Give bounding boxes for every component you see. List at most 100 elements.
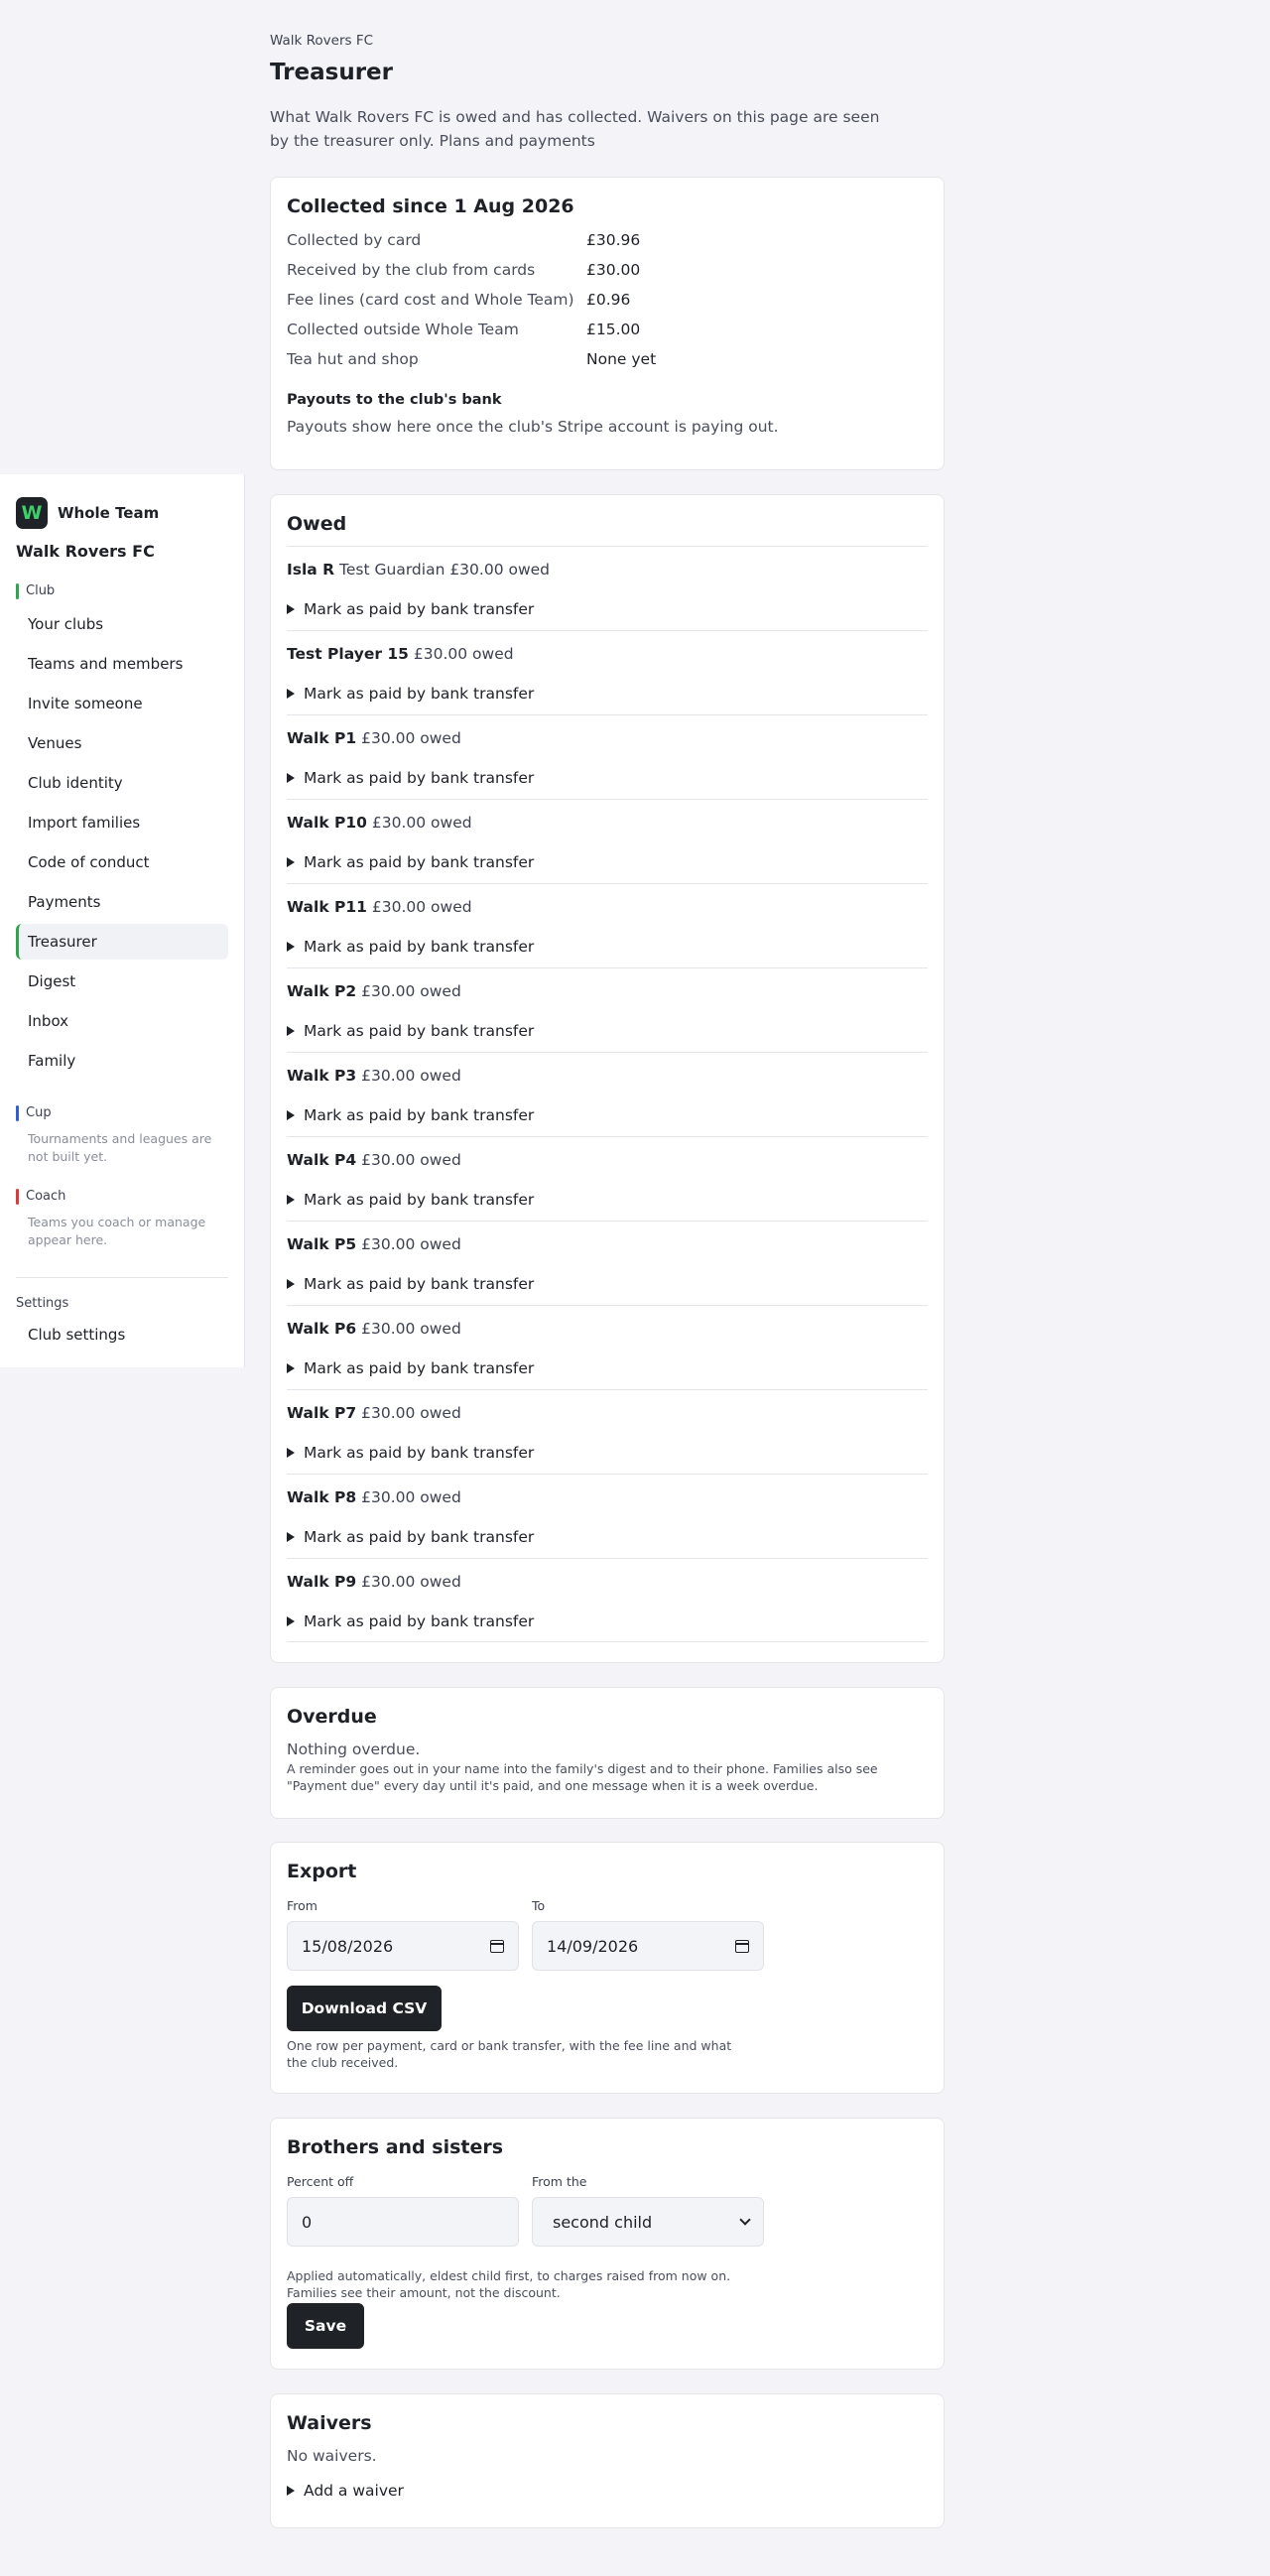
disclosure-triangle-icon bbox=[287, 857, 295, 867]
payouts-title: Payouts to the club's bank bbox=[287, 392, 502, 408]
collected-title: Collected since 1 Aug 2026 bbox=[287, 195, 574, 217]
sidebar-item-treasurer[interactable]: Treasurer bbox=[16, 924, 228, 960]
waivers-title: Waivers bbox=[287, 2412, 372, 2434]
calendar-icon[interactable] bbox=[735, 1939, 749, 1953]
coach-note: Teams you coach or manage appear here. bbox=[28, 1215, 206, 1247]
mark-paid-toggle[interactable]: Mark as paid by bank transfer bbox=[287, 1104, 928, 1126]
mark-paid-toggle[interactable]: Mark as paid by bank transfer bbox=[287, 851, 928, 873]
sidebar-item-invite-someone[interactable]: Invite someone bbox=[16, 686, 228, 721]
sidebar-item-import-families[interactable]: Import families bbox=[16, 805, 228, 840]
owed-amount: Test Guardian £30.00 owed bbox=[339, 561, 551, 579]
sidebar-item-family[interactable]: Family bbox=[16, 1043, 228, 1079]
disclosure-triangle-icon bbox=[287, 1363, 295, 1373]
collected-row: Received by the club from cards £30.00 bbox=[287, 255, 928, 285]
export-to-value: 14/09/2026 bbox=[547, 1936, 639, 1956]
owed-person-name: Test Player 15 bbox=[287, 645, 409, 663]
from-child-label: From the bbox=[532, 2174, 587, 2189]
sidebar-item-code-of-conduct[interactable]: Code of conduct bbox=[16, 844, 228, 880]
mark-paid-toggle[interactable]: Mark as paid by bank transfer bbox=[287, 1189, 928, 1211]
mark-paid-label: Mark as paid by bank transfer bbox=[304, 1191, 535, 1209]
from-child-select[interactable]: second child bbox=[532, 2197, 764, 2247]
sidebar: W Whole Team Walk Rovers FC Club Your cl… bbox=[0, 474, 245, 1367]
owed-person-name: Walk P3 bbox=[287, 1067, 357, 1085]
sidebar-item-inbox[interactable]: Inbox bbox=[16, 1003, 228, 1039]
mark-paid-label: Mark as paid by bank transfer bbox=[304, 685, 535, 703]
owed-amount: £30.00 owed bbox=[361, 1573, 461, 1591]
mark-paid-toggle[interactable]: Mark as paid by bank transfer bbox=[287, 936, 928, 958]
disclosure-triangle-icon bbox=[287, 942, 295, 952]
mark-paid-label: Mark as paid by bank transfer bbox=[304, 1106, 535, 1124]
owed-person-name: Walk P8 bbox=[287, 1488, 357, 1506]
owed-list-item: Walk P11 £30.00 owed Mark as paid by bank… bbox=[287, 883, 928, 967]
owed-line: Walk P6 £30.00 owed bbox=[287, 1318, 928, 1340]
save-button[interactable]: Save bbox=[287, 2303, 364, 2349]
add-waiver-label: Add a waiver bbox=[304, 2482, 404, 2500]
disclosure-triangle-icon bbox=[287, 1532, 295, 1542]
cup-note: Tournaments and leagues are not built ye… bbox=[28, 1131, 212, 1164]
sidebar-item-club-settings[interactable]: Club settings bbox=[16, 1317, 228, 1352]
mark-paid-toggle[interactable]: Mark as paid by bank transfer bbox=[287, 767, 928, 789]
owed-title: Owed bbox=[287, 513, 347, 535]
download-csv-button[interactable]: Download CSV bbox=[287, 1986, 442, 2031]
sidebar-item-payments[interactable]: Payments bbox=[16, 884, 228, 920]
owed-list-item: Walk P6 £30.00 owed Mark as paid by bank … bbox=[287, 1305, 928, 1389]
owed-person-name: Walk P5 bbox=[287, 1235, 357, 1253]
mark-paid-toggle[interactable]: Mark as paid by bank transfer bbox=[287, 1273, 928, 1295]
mark-paid-toggle[interactable]: Mark as paid by bank transfer bbox=[287, 1020, 928, 1042]
whole-team-logo-icon: W bbox=[16, 497, 48, 529]
mark-paid-toggle[interactable]: Mark as paid by bank transfer bbox=[287, 1610, 928, 1632]
owed-amount: £30.00 owed bbox=[413, 645, 514, 663]
owed-line: Isla R Test Guardian £30.00 owed bbox=[287, 559, 928, 580]
export-from-date-input[interactable]: 15/08/2026 bbox=[287, 1921, 519, 1971]
mark-paid-toggle[interactable]: Mark as paid by bank transfer bbox=[287, 1526, 928, 1548]
waivers-card: Waivers No waivers. Add a waiver bbox=[270, 2393, 945, 2528]
owed-person-name: Isla R bbox=[287, 561, 335, 579]
mark-paid-label: Mark as paid by bank transfer bbox=[304, 1359, 535, 1377]
mark-paid-toggle[interactable]: Mark as paid by bank transfer bbox=[287, 1442, 928, 1464]
percent-off-input[interactable]: 0 bbox=[287, 2197, 519, 2247]
owed-list-item: Walk P5 £30.00 owed Mark as paid by bank … bbox=[287, 1221, 928, 1305]
sidebar-item-venues[interactable]: Venues bbox=[16, 725, 228, 761]
owed-list-item: Isla R Test Guardian £30.00 owed Mark as … bbox=[287, 546, 928, 630]
mark-paid-label: Mark as paid by bank transfer bbox=[304, 1612, 535, 1630]
percent-off-label: Percent off bbox=[287, 2174, 354, 2189]
mark-paid-toggle[interactable]: Mark as paid by bank transfer bbox=[287, 683, 928, 705]
mark-paid-toggle[interactable]: Mark as paid by bank transfer bbox=[287, 598, 928, 620]
collected-row: Collected outside Whole Team £15.00 bbox=[287, 315, 928, 344]
collected-value: None yet bbox=[586, 350, 657, 368]
owed-amount: £30.00 owed bbox=[361, 729, 461, 747]
owed-list-item: Walk P1 £30.00 owed Mark as paid by bank … bbox=[287, 714, 928, 799]
owed-line: Walk P4 £30.00 owed bbox=[287, 1149, 928, 1171]
calendar-icon[interactable] bbox=[490, 1939, 504, 1953]
overdue-card: Overdue Nothing overdue. A reminder goes… bbox=[270, 1687, 945, 1819]
overdue-title: Overdue bbox=[287, 1706, 377, 1728]
page-title: Treasurer bbox=[270, 60, 393, 85]
owed-person-name: Walk P6 bbox=[287, 1320, 357, 1338]
disclosure-triangle-icon bbox=[287, 1279, 295, 1289]
siblings-card: Brothers and sisters Percent off 0 From … bbox=[270, 2118, 945, 2370]
collected-table: Collected by card £30.96 Received by the c… bbox=[287, 225, 928, 374]
owed-card: Owed Isla R Test Guardian £30.00 owed Mar… bbox=[270, 494, 945, 1663]
sidebar-item-digest[interactable]: Digest bbox=[16, 964, 228, 999]
mark-paid-label: Mark as paid by bank transfer bbox=[304, 1275, 535, 1293]
sidebar-item-your-clubs[interactable]: Your clubs bbox=[16, 606, 228, 642]
collected-row: Tea hut and shop None yet bbox=[287, 344, 928, 374]
disclosure-triangle-icon bbox=[287, 689, 295, 699]
collected-value: £30.00 bbox=[586, 261, 641, 279]
sidebar-item-club-identity[interactable]: Club identity bbox=[16, 765, 228, 801]
owed-amount: £30.00 owed bbox=[361, 1488, 461, 1506]
section-coach: Coach bbox=[16, 1188, 228, 1206]
section-cup: Cup bbox=[16, 1104, 228, 1122]
export-card: Export From 15/08/2026 To 14/09/2026 Dow… bbox=[270, 1842, 945, 2094]
add-waiver-toggle[interactable]: Add a waiver bbox=[287, 2480, 928, 2502]
brand[interactable]: W Whole Team bbox=[16, 496, 228, 530]
sidebar-item-teams-and-members[interactable]: Teams and members bbox=[16, 646, 228, 682]
disclosure-triangle-icon bbox=[287, 1195, 295, 1205]
collected-value: £0.96 bbox=[586, 291, 631, 309]
mark-paid-toggle[interactable]: Mark as paid by bank transfer bbox=[287, 1357, 928, 1379]
export-to-date-input[interactable]: 14/09/2026 bbox=[532, 1921, 764, 1971]
sidebar-club-name: Walk Rovers FC bbox=[16, 542, 155, 561]
export-title: Export bbox=[287, 1861, 357, 1882]
collected-value: £15.00 bbox=[586, 321, 641, 338]
owed-person-name: Walk P9 bbox=[287, 1573, 357, 1591]
